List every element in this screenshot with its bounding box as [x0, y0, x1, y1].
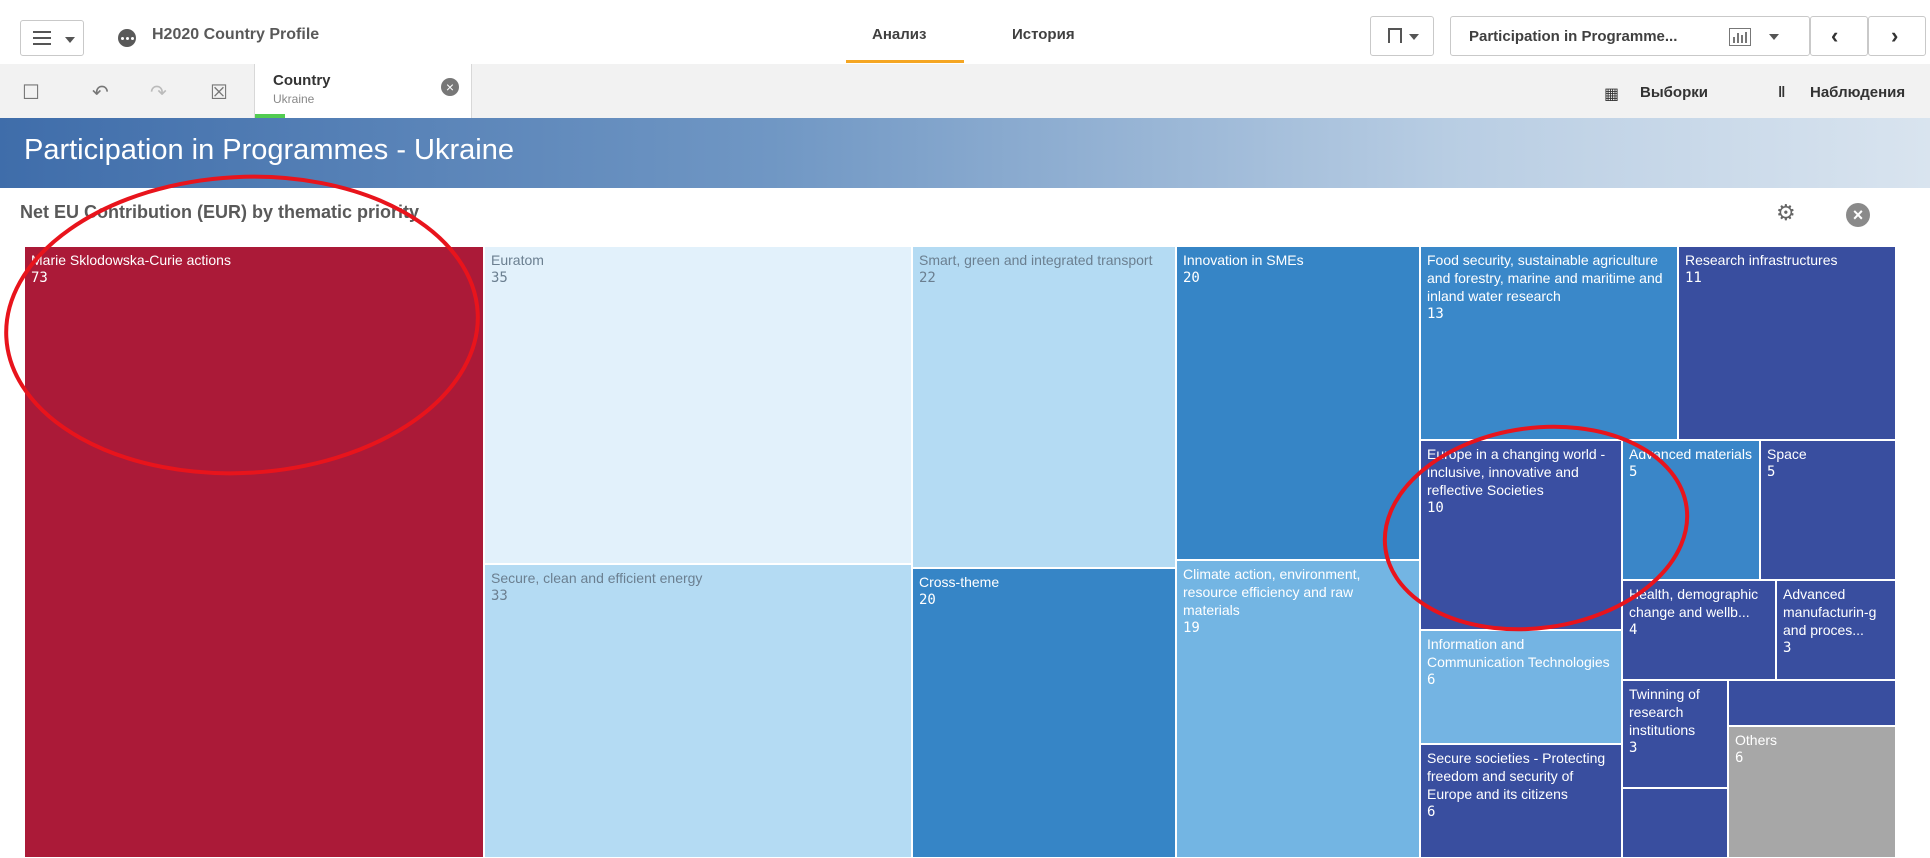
- selections-button[interactable]: Выборки: [1640, 84, 1708, 101]
- sheet-title-band: Participation in Programmes - Ukraine: [0, 118, 1930, 188]
- tile-label: Secure, clean and efficient energy: [491, 570, 703, 586]
- treemap-tile[interactable]: Research infrastructures 11: [1678, 246, 1896, 440]
- previous-sheet-button[interactable]: ‹: [1810, 16, 1868, 56]
- treemap-tile[interactable]: Smart, green and integrated transport 22: [912, 246, 1176, 568]
- treemap-tile[interactable]: [1622, 788, 1728, 858]
- tile-label: Food security, sustainable agriculture a…: [1427, 252, 1663, 304]
- tile-value: 22: [919, 270, 936, 286]
- treemap-tile[interactable]: Twinning of research institutions 3: [1622, 680, 1728, 788]
- treemap-tile[interactable]: Secure, clean and efficient energy 33: [484, 564, 912, 858]
- treemap-tile[interactable]: Marie Sklodowska-Curie actions 73: [24, 246, 484, 858]
- chevron-right-icon: ›: [1891, 23, 1899, 48]
- treemap-tile[interactable]: Euratom 35: [484, 246, 912, 564]
- tile-label: Research infrastructures: [1685, 252, 1838, 268]
- tile-label: Cross-theme: [919, 574, 1000, 590]
- next-sheet-button[interactable]: ›: [1868, 16, 1926, 56]
- treemap-tile[interactable]: Food security, sustainable agriculture a…: [1420, 246, 1678, 440]
- tile-value: 20: [1183, 270, 1200, 286]
- tile-label: Europe in a changing world - inclusive, …: [1427, 446, 1606, 498]
- app-title: H2020 Country Profile: [152, 26, 320, 43]
- selection-field: Country: [273, 72, 331, 89]
- tile-label: Innovation in SMEs: [1183, 252, 1304, 268]
- active-tab-indicator: [846, 60, 964, 63]
- sheet-chart-icon: [1729, 28, 1751, 46]
- hamburger-icon: [33, 31, 51, 45]
- top-toolbar: H2020 Country Profile Анализ История Par…: [0, 0, 1930, 65]
- treemap-tile[interactable]: Innovation in SMEs 20: [1176, 246, 1420, 560]
- chevron-left-icon: ‹: [1831, 23, 1839, 48]
- treemap-tile[interactable]: Secure societies - Protecting freedom an…: [1420, 744, 1622, 858]
- selection-bar: ☐ ↶ ↷ ☒ Country Ukraine × ▦ Выборки ‖ На…: [0, 64, 1930, 119]
- tile-value: 6: [1427, 804, 1436, 820]
- tile-label: Advanced manufacturin-g and proces...: [1783, 586, 1877, 638]
- tile-label: Advanced materials: [1629, 446, 1752, 462]
- treemap-tile[interactable]: Advanced manufacturin-g and proces... 3: [1776, 580, 1896, 680]
- insights-icon: ‖: [1778, 84, 1786, 101]
- treemap-tile[interactable]: Advanced materials 5: [1622, 440, 1760, 580]
- treemap-tile[interactable]: Space 5: [1760, 440, 1896, 580]
- step-back-icon[interactable]: ↶: [92, 80, 109, 105]
- tile-value: 10: [1427, 500, 1444, 516]
- tile-value: 11: [1685, 270, 1702, 286]
- tile-value: 5: [1629, 464, 1638, 480]
- tile-value: 3: [1629, 740, 1638, 756]
- selections-icon: ▦: [1604, 86, 1620, 103]
- sliders-icon[interactable]: ⚙: [1776, 200, 1796, 226]
- tile-value: 35: [491, 270, 508, 286]
- chevron-down-icon: [1409, 34, 1419, 40]
- tile-label: Smart, green and integrated transport: [919, 252, 1153, 268]
- treemap-tile[interactable]: Health, demographic change and wellb... 4: [1622, 580, 1776, 680]
- tile-label: Health, demographic change and wellb...: [1629, 586, 1759, 620]
- global-menu-button[interactable]: [20, 20, 84, 56]
- smart-search-icon[interactable]: ☐: [22, 80, 40, 105]
- treemap-tile[interactable]: Others 6: [1728, 726, 1896, 858]
- insights-button[interactable]: Наблюдения: [1810, 84, 1905, 101]
- tile-label: Marie Sklodowska-Curie actions: [31, 252, 231, 268]
- sheet-selector-label: Participation in Programme...: [1469, 28, 1678, 45]
- tile-value: 13: [1427, 306, 1444, 322]
- tile-value: 73: [31, 270, 48, 286]
- chevron-down-icon: [65, 37, 75, 43]
- treemap-tile[interactable]: [1728, 680, 1896, 726]
- tile-value: 20: [919, 592, 936, 608]
- sheet-selector[interactable]: Participation in Programme...: [1450, 16, 1810, 56]
- treemap-tile[interactable]: Europe in a changing world - inclusive, …: [1420, 440, 1622, 630]
- app-icon: [118, 29, 136, 47]
- tile-label: Information and Communication Technologi…: [1427, 636, 1610, 670]
- tile-value: 6: [1735, 750, 1744, 766]
- tab-analysis[interactable]: Анализ: [872, 26, 926, 43]
- selection-value: Ukraine: [273, 92, 315, 106]
- tile-value: 3: [1783, 640, 1792, 656]
- tile-value: 33: [491, 588, 508, 604]
- close-icon[interactable]: ×: [441, 78, 459, 96]
- tile-label: Secure societies - Protecting freedom an…: [1427, 750, 1606, 802]
- tile-value: 5: [1767, 464, 1776, 480]
- step-forward-icon[interactable]: ↷: [150, 80, 167, 105]
- treemap-tile[interactable]: Information and Communication Technologi…: [1420, 630, 1622, 744]
- chart-title: Net EU Contribution (EUR) by thematic pr…: [20, 202, 420, 222]
- bookmark-icon: [1388, 28, 1402, 43]
- tile-label: Others: [1735, 732, 1778, 748]
- treemap-tile[interactable]: Climate action, environment, resource ef…: [1176, 560, 1420, 858]
- tile-label: Space: [1767, 446, 1807, 462]
- tile-label: Climate action, environment, resource ef…: [1183, 566, 1361, 618]
- tile-label: Twinning of research institutions: [1629, 686, 1700, 738]
- tile-value: 4: [1629, 622, 1638, 638]
- sheet-title: Participation in Programmes - Ukraine: [24, 134, 514, 166]
- selection-chip[interactable]: Country Ukraine ×: [254, 64, 472, 118]
- tile-label: Euratom: [491, 252, 544, 268]
- close-icon[interactable]: ×: [1846, 203, 1870, 227]
- tab-history[interactable]: История: [1012, 26, 1075, 43]
- chevron-down-icon: [1769, 34, 1779, 40]
- tile-value: 19: [1183, 620, 1200, 636]
- tile-value: 6: [1427, 672, 1436, 688]
- bookmarks-button[interactable]: [1370, 16, 1434, 56]
- clear-selections-icon[interactable]: ☒: [210, 80, 228, 105]
- treemap-tile[interactable]: Cross-theme 20: [912, 568, 1176, 858]
